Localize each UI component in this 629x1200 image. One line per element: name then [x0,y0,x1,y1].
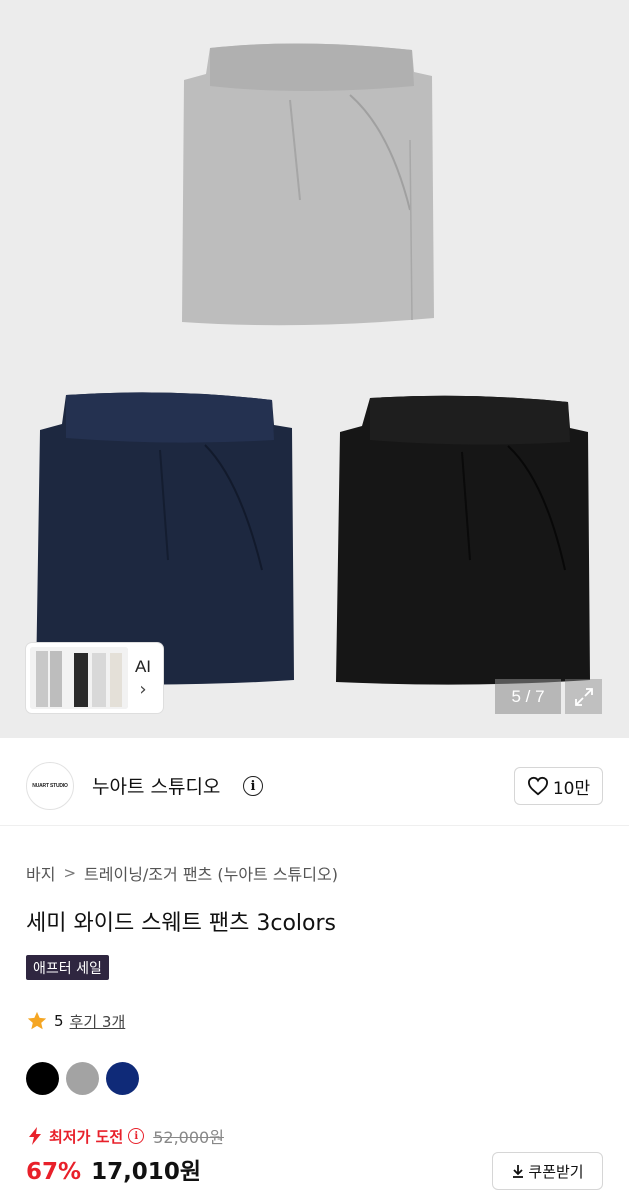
download-icon [513,1165,524,1178]
color-swatches [26,1062,139,1095]
star-icon [27,1011,47,1030]
expand-icon [574,687,593,706]
color-swatch-navy[interactable] [106,1062,139,1095]
black-pants-image [336,395,590,685]
gray-pants-image [182,43,434,326]
like-count: 10만 [552,778,591,799]
ai-thumbnail-image [30,647,128,709]
heart-icon [527,776,548,796]
brand-row: NUART STUDIO 누아트 스튜디오 i 10만 [0,746,629,826]
product-image [36,43,590,685]
product-image-gallery[interactable]: AI › 5 / 7 [0,0,629,738]
lightning-icon [29,1127,41,1145]
lowest-price-label: 최저가 도전 [49,1127,124,1146]
coupon-label: 쿠폰받기 [528,1162,584,1181]
navy-pants-image [36,392,294,685]
breadcrumb-item-category[interactable]: 바지 [26,861,55,885]
sale-price: 17,010원 [91,1159,201,1185]
info-icon[interactable]: i [243,776,263,796]
brand-logo[interactable]: NUART STUDIO [26,762,74,810]
chevron-right-icon: › [139,679,147,700]
review-link[interactable]: 후기 3개 [70,1011,126,1032]
sale-badge: 애프터 세일 [26,955,109,980]
price-row: 67% 17,010원 [26,1152,201,1186]
breadcrumb-separator: > [63,864,77,882]
lowest-price-row: 최저가 도전 i 52,000원 [26,1124,224,1148]
rating-value: 5 [54,1012,64,1030]
breadcrumb-item-subcategory[interactable]: 트레이닝/조거 팬츠 (누아트 스튜디오) [84,861,338,885]
info-icon[interactable]: i [128,1128,145,1144]
rating-row: 5 후기 3개 [26,1010,125,1032]
original-price: 52,000원 [153,1128,224,1147]
like-button[interactable]: 10만 [514,767,603,805]
ai-label: AI [134,657,152,676]
breadcrumb: 바지 > 트레이닝/조거 팬츠 (누아트 스튜디오) [26,861,338,885]
brand-name[interactable]: 누아트 스튜디오 [92,772,220,799]
expand-button[interactable] [565,679,602,714]
product-title: 세미 와이드 스웨트 팬츠 3colors [26,911,337,936]
ai-recommendation-card[interactable]: AI › [26,643,163,713]
color-swatch-black[interactable] [26,1062,59,1095]
color-swatch-gray[interactable] [66,1062,99,1095]
coupon-button[interactable]: 쿠폰받기 [492,1152,603,1190]
image-counter: 5 / 7 [495,679,561,714]
discount-rate: 67% [26,1159,82,1185]
